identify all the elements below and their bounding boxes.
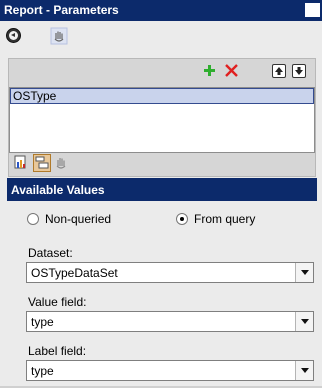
- chevron-down-icon[interactable]: [295, 312, 313, 331]
- arrow-up-icon: [275, 67, 283, 75]
- value-field-select[interactable]: type: [26, 311, 314, 332]
- plus-icon[interactable]: [204, 65, 215, 76]
- available-values-header: Available Values: [7, 178, 317, 201]
- chevron-down-icon[interactable]: [295, 361, 313, 380]
- layout-icon[interactable]: [33, 154, 51, 172]
- hand-icon[interactable]: [54, 155, 68, 171]
- label-field-select[interactable]: type: [26, 360, 314, 381]
- section-title: Available Values: [11, 183, 105, 197]
- move-down-button[interactable]: [292, 64, 306, 78]
- list-item[interactable]: OSType: [10, 88, 314, 104]
- radio-nonqueried[interactable]: [27, 213, 39, 225]
- properties-icon[interactable]: [14, 155, 28, 171]
- x-icon[interactable]: [225, 64, 238, 77]
- toolbar: [0, 22, 322, 50]
- window-titlebar: Report - Parameters: [0, 0, 322, 21]
- dataset-value: OSTypeDataSet: [31, 266, 118, 280]
- radio-fromquery-label: From query: [194, 212, 256, 226]
- radio-nonqueried-label: Non-queried: [45, 212, 112, 226]
- chevron-down-icon[interactable]: [295, 263, 313, 282]
- arrow-down-icon: [295, 67, 303, 75]
- parameter-list[interactable]: OSType: [9, 87, 315, 153]
- hand-icon[interactable]: [50, 27, 68, 45]
- value-field-label: Value field:: [28, 295, 87, 309]
- move-up-button[interactable]: [272, 64, 286, 78]
- dataset-label: Dataset:: [28, 246, 73, 260]
- parameter-panel-tools: [14, 154, 74, 175]
- label-field-label: Label field:: [28, 344, 87, 358]
- radio-fromquery[interactable]: [176, 213, 188, 225]
- window-control-button[interactable]: [305, 3, 320, 17]
- value-field-value: type: [31, 315, 54, 329]
- dataset-select[interactable]: OSTypeDataSet: [26, 262, 314, 283]
- back-icon[interactable]: [6, 28, 21, 43]
- window-title: Report - Parameters: [4, 3, 119, 17]
- label-field-value: type: [31, 364, 54, 378]
